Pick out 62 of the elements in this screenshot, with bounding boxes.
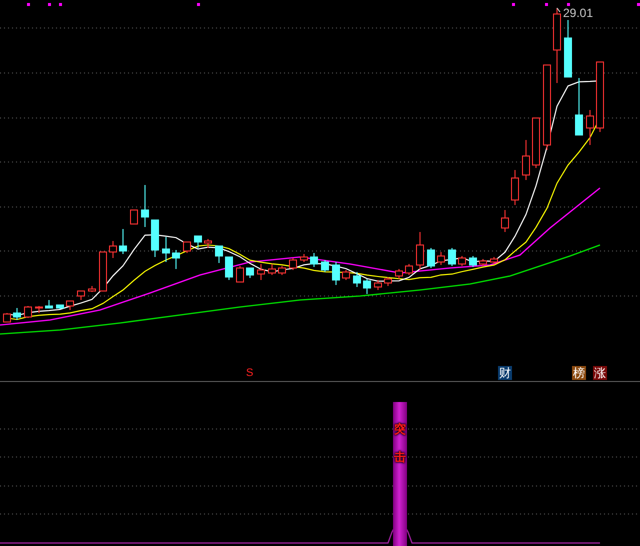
candlestick (300, 254, 308, 262)
candlestick (151, 220, 159, 258)
candlestick (332, 262, 340, 286)
candlestick (246, 268, 254, 278)
candlestick (395, 268, 403, 280)
candlestick (225, 256, 233, 280)
candlestick (384, 276, 392, 286)
candlestick (183, 242, 191, 254)
candlestick (469, 256, 477, 268)
candlestick (490, 256, 498, 264)
candlestick (479, 258, 487, 266)
candlestick (119, 228, 127, 254)
candlestick (77, 290, 85, 300)
candlestick (172, 250, 180, 270)
candlestick (586, 110, 594, 146)
candlestick (353, 272, 361, 288)
candlestick (342, 270, 350, 280)
candlestick (458, 256, 466, 266)
candlestick (363, 278, 371, 294)
candlestick (109, 240, 117, 258)
candlestick (501, 210, 509, 232)
candlestick (130, 210, 138, 224)
signal-tag: 涨 (593, 366, 607, 380)
candlestick (13, 308, 21, 320)
high-price-label: 29.01 (563, 7, 594, 19)
signal-tag: 财 (498, 366, 512, 380)
candlestick (215, 246, 223, 264)
candlestick (427, 248, 435, 268)
candlestick (321, 260, 329, 272)
candlestick (310, 252, 318, 268)
signal-bar-label: 突击 (394, 421, 406, 466)
candlestick (162, 236, 170, 262)
signal-tag: 榜 (572, 366, 586, 380)
candlestick (257, 264, 265, 280)
signal-label: S (246, 367, 254, 379)
candlestick (448, 248, 456, 266)
candlestick (416, 232, 424, 270)
candlestick (575, 78, 583, 136)
candlestick (204, 238, 212, 248)
candlestick (268, 264, 276, 276)
candlestick (511, 170, 519, 206)
candlestick (24, 306, 32, 318)
candlestick (236, 266, 244, 282)
candlestick (374, 280, 382, 290)
candlestick (56, 304, 64, 310)
candlestick (35, 306, 43, 314)
candlestick (278, 266, 286, 276)
candlestick (596, 62, 604, 132)
candlestick (532, 118, 540, 168)
candlestick (437, 252, 445, 266)
candlestick (194, 236, 202, 248)
candlestick (289, 258, 297, 270)
candlestick (522, 140, 530, 180)
candlestick (141, 184, 149, 228)
candlestick (99, 252, 107, 292)
candlestick (564, 20, 572, 78)
candlestick (405, 264, 413, 276)
candlestick (88, 286, 96, 292)
leader-line (556, 8, 560, 12)
candlestick (3, 312, 11, 322)
candlestick (66, 300, 74, 310)
candlestick (45, 300, 53, 308)
